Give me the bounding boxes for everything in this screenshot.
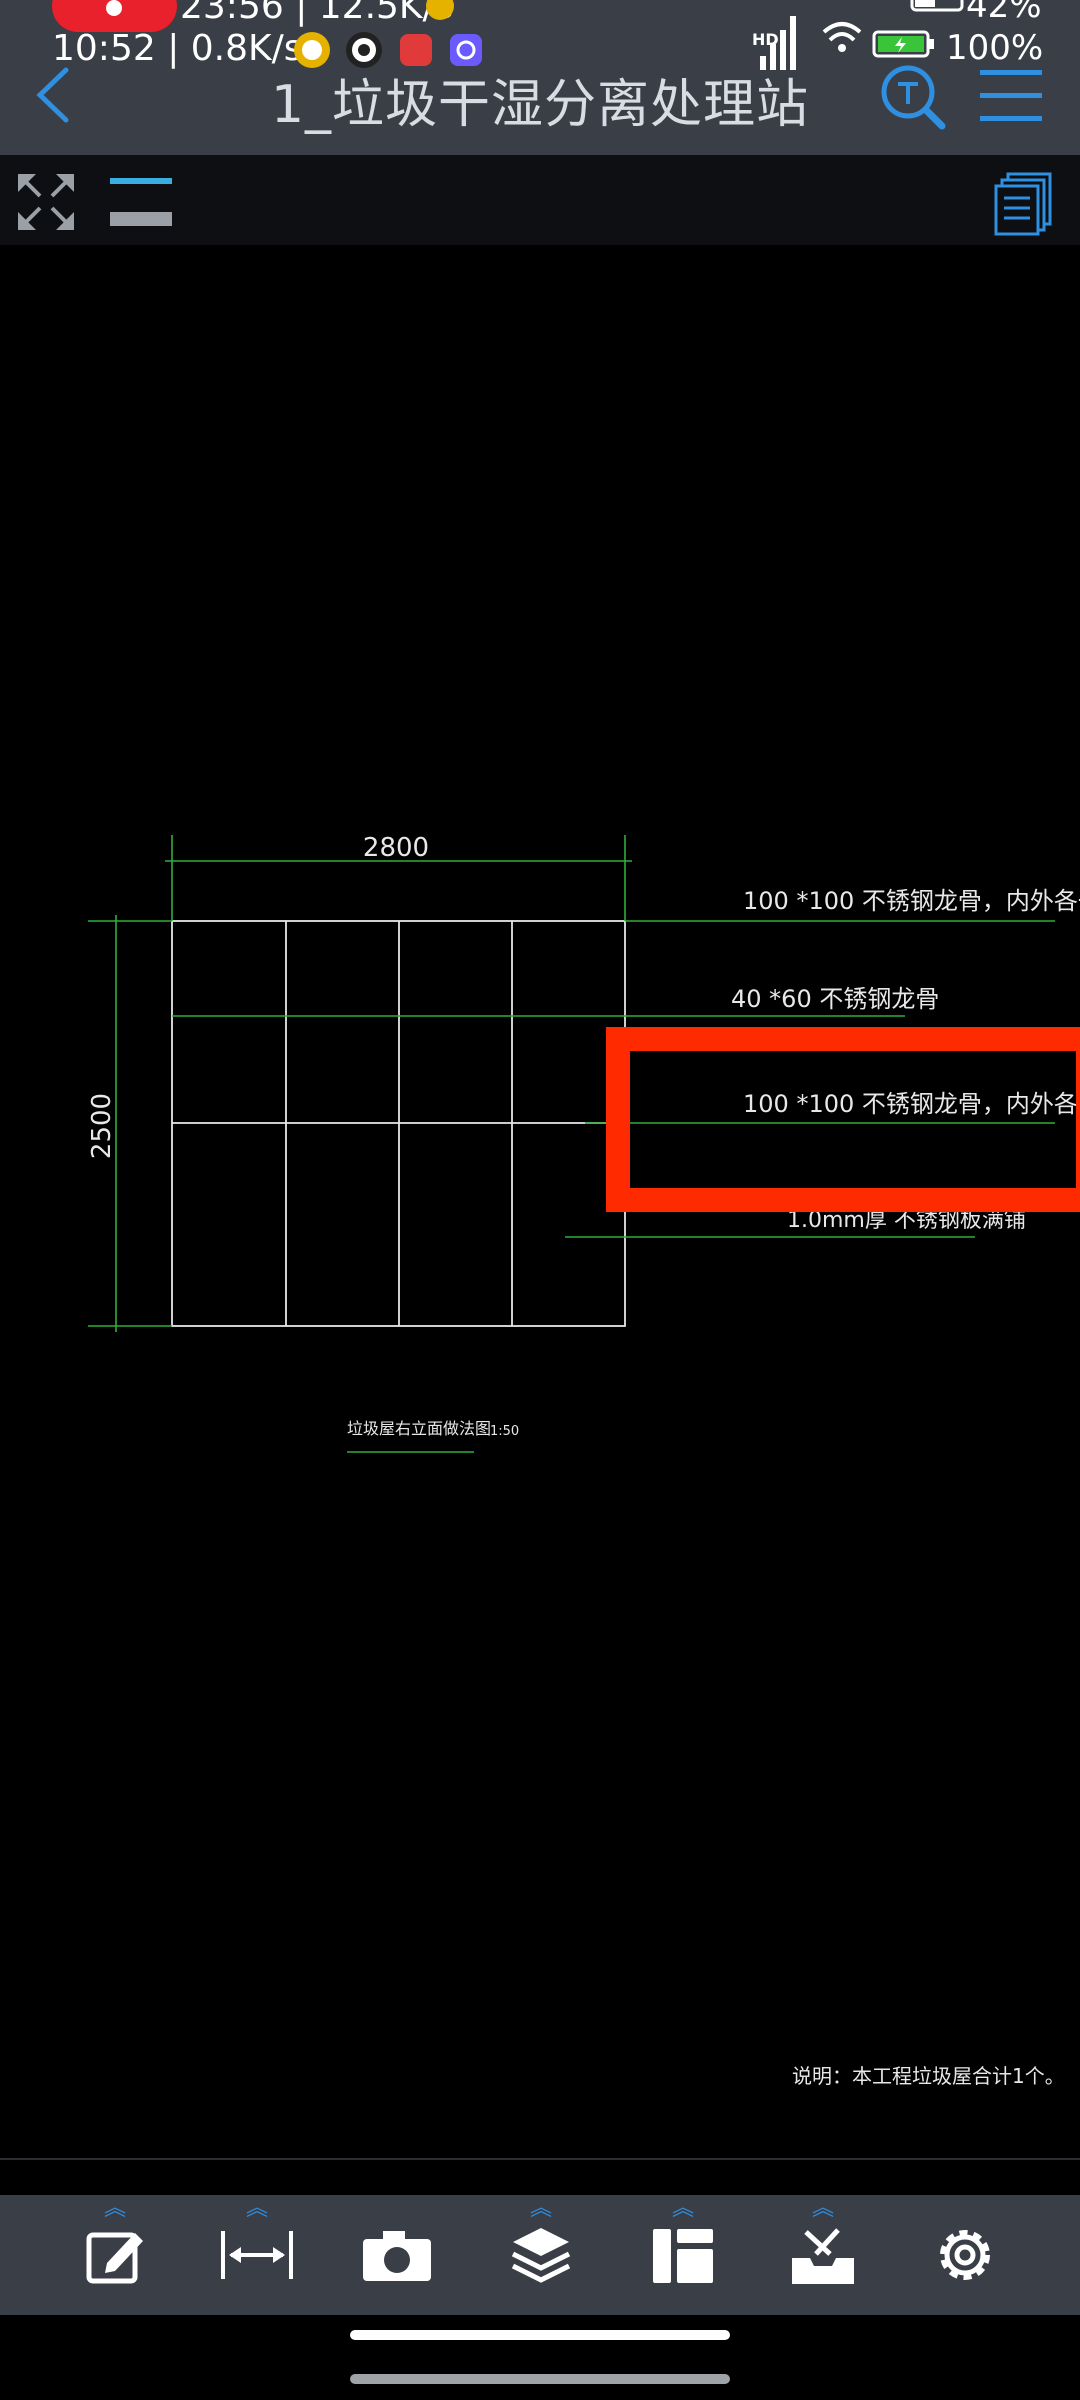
menu-button[interactable] bbox=[978, 66, 1046, 126]
document-list-button[interactable] bbox=[994, 172, 1054, 236]
frame-grid bbox=[171, 920, 626, 1327]
text-search-icon bbox=[881, 65, 946, 130]
dim-height-label: 2500 bbox=[87, 1093, 117, 1159]
settings-button[interactable] bbox=[910, 2195, 1020, 2315]
home-indicator[interactable] bbox=[350, 2330, 730, 2340]
callout-note-2: 40 *60 不锈钢龙骨 bbox=[731, 985, 939, 1013]
dim-width-label: 2800 bbox=[363, 833, 429, 863]
notification-icon bbox=[420, 0, 460, 28]
bottom-toolbar: ︽ ︽ ︽ ︽ ︽ bbox=[0, 2195, 1080, 2315]
camera-icon bbox=[363, 2231, 431, 2281]
expand-chevron-icon: ︽ bbox=[811, 2196, 834, 2221]
expand-chevron-icon: ︽ bbox=[103, 2196, 126, 2221]
expand-chevron-icon: ︽ bbox=[671, 2196, 694, 2221]
document-list-icon bbox=[994, 172, 1052, 236]
status-time-top: 23:56 | 12.5K/s bbox=[180, 0, 454, 27]
expand-chevron-icon: ︽ bbox=[245, 2196, 268, 2221]
expand-arrows-icon bbox=[18, 174, 74, 230]
layers-button[interactable]: ︽ bbox=[486, 2195, 596, 2315]
layers-icon bbox=[511, 2228, 571, 2283]
drawing-caption: 垃圾屋右立面做法图 bbox=[347, 1419, 491, 1438]
text-search-button[interactable] bbox=[878, 62, 948, 132]
dimension-lines bbox=[88, 835, 1055, 1453]
drawing-remark: 说明：本工程垃圾屋合计1个。 bbox=[792, 2064, 1065, 2088]
layout-button[interactable]: ︽ bbox=[628, 2195, 738, 2315]
expand-chevron-icon: ︽ bbox=[529, 2196, 552, 2221]
wifi-icon bbox=[820, 16, 864, 60]
drawing-canvas[interactable]: 2800 2500 100 *100 不锈钢龙骨，内外各一层 40 *60 不锈… bbox=[0, 245, 1080, 2155]
edit-icon bbox=[86, 2232, 143, 2284]
callout-note-1: 100 *100 不锈钢龙骨，内外各一层 bbox=[743, 887, 1080, 915]
home-indicator-secondary bbox=[350, 2374, 730, 2384]
highlight-annotation bbox=[606, 1027, 1080, 1212]
drawing-scale: 1:50 bbox=[490, 1424, 519, 1439]
battery-charging-icon bbox=[872, 28, 936, 64]
measure-button[interactable]: ︽ bbox=[202, 2195, 312, 2315]
view-toggle-button[interactable] bbox=[108, 174, 174, 232]
callout-note-3: 100 *100 不锈钢龙骨，内外各一层 bbox=[743, 1090, 1080, 1118]
hamburger-menu-icon bbox=[980, 70, 1042, 121]
battery-icon-top bbox=[910, 0, 970, 18]
bottom-separator bbox=[0, 2158, 1080, 2160]
toolbox-icon bbox=[792, 2228, 854, 2284]
camera-button[interactable] bbox=[342, 2195, 452, 2315]
layout-icon bbox=[653, 2229, 713, 2283]
measure-icon bbox=[221, 2231, 293, 2279]
battery-percent-top: 42% bbox=[966, 0, 1042, 26]
toolbox-button[interactable]: ︽ bbox=[768, 2195, 878, 2315]
fullscreen-button[interactable] bbox=[14, 170, 78, 234]
settings-icon bbox=[940, 2230, 990, 2280]
edit-button[interactable]: ︽ bbox=[60, 2195, 170, 2315]
split-view-icon bbox=[110, 178, 172, 226]
microphone-icon bbox=[106, 0, 122, 16]
